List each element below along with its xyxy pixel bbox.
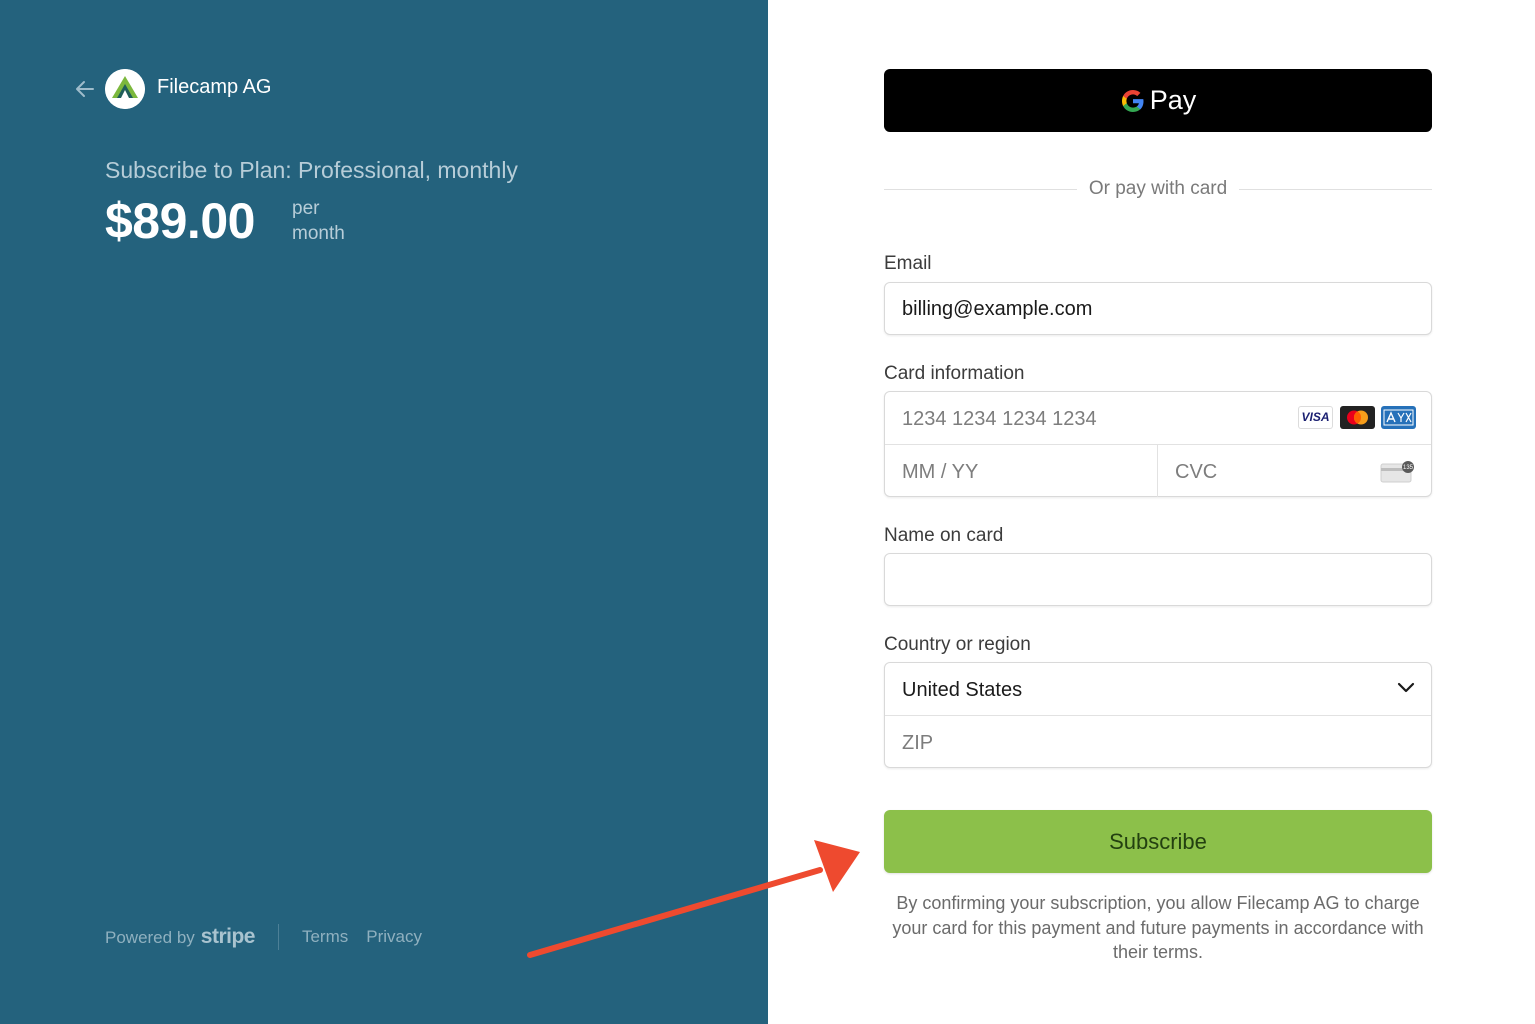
- email-field[interactable]: billing@example.com: [884, 282, 1432, 335]
- email-label: Email: [884, 253, 932, 274]
- name-on-card-label: Name on card: [884, 525, 1004, 546]
- name-on-card-field[interactable]: [884, 553, 1432, 606]
- country-selected: United States: [902, 679, 1023, 701]
- card-info-label: Card information: [884, 363, 1025, 384]
- subscribe-button[interactable]: Subscribe: [884, 810, 1432, 873]
- terms-notice: By confirming your subscription, you all…: [892, 893, 1424, 962]
- zip-placeholder: ZIP: [902, 732, 934, 754]
- amex-icon: [1381, 406, 1416, 429]
- or-divider-text: Or pay with card: [1088, 178, 1228, 199]
- privacy-link[interactable]: Privacy: [366, 927, 422, 947]
- zip-field[interactable]: ZIP: [885, 715, 1431, 767]
- email-value: billing@example.com: [902, 298, 1093, 320]
- expiry-placeholder: MM / YY: [902, 461, 979, 483]
- filecamp-logo-icon: [105, 69, 145, 109]
- country-select[interactable]: United States: [885, 663, 1431, 715]
- or-divider: Or pay with card: [884, 178, 1433, 200]
- terms-link[interactable]: Terms: [302, 927, 348, 947]
- mastercard-icon: [1340, 406, 1375, 429]
- card-number-field[interactable]: 1234 1234 1234 1234 VISA: [885, 392, 1431, 444]
- divider-line-left: [884, 188, 1077, 190]
- card-number-placeholder: 1234 1234 1234 1234: [902, 408, 1097, 430]
- plan-price: $89.00: [105, 193, 255, 249]
- country-label: Country or region: [884, 634, 1031, 655]
- footer: Powered by stripe Terms Privacy: [105, 924, 422, 950]
- expiry-field[interactable]: MM / YY: [885, 445, 1157, 497]
- price-period: per month: [292, 196, 345, 246]
- chevron-down-icon: [1397, 682, 1415, 693]
- annotation-arrow-icon: [527, 840, 860, 958]
- merchant-name: Filecamp AG: [157, 76, 272, 98]
- visa-icon: VISA: [1298, 406, 1333, 429]
- cvc-hint-text: 135: [1403, 465, 1414, 471]
- powered-by-label: Powered by: [105, 928, 195, 947]
- card-expiry-cvc-row: MM / YY CVC 135: [885, 444, 1431, 497]
- powered-by-stripe[interactable]: Powered by stripe: [105, 925, 255, 949]
- card-info-group: 1234 1234 1234 1234 VISA MM / YY CVC 135: [884, 391, 1432, 497]
- back-arrow-icon[interactable]: [74, 78, 96, 100]
- cvc-placeholder: CVC: [1175, 461, 1218, 483]
- footer-divider: [277, 924, 279, 950]
- price-period-line2: month: [292, 223, 345, 244]
- divider-line-right: [1239, 188, 1433, 190]
- cvc-card-icon: 135: [1380, 461, 1414, 483]
- google-g-icon: [1121, 89, 1144, 112]
- stripe-logo: stripe: [200, 925, 256, 948]
- plan-title: Subscribe to Plan: Professional, monthly: [105, 157, 518, 183]
- country-group: United States ZIP: [884, 662, 1432, 768]
- google-pay-button[interactable]: Pay: [884, 69, 1432, 132]
- gpay-label: Pay: [1149, 85, 1197, 115]
- price-period-line1: per: [292, 198, 320, 219]
